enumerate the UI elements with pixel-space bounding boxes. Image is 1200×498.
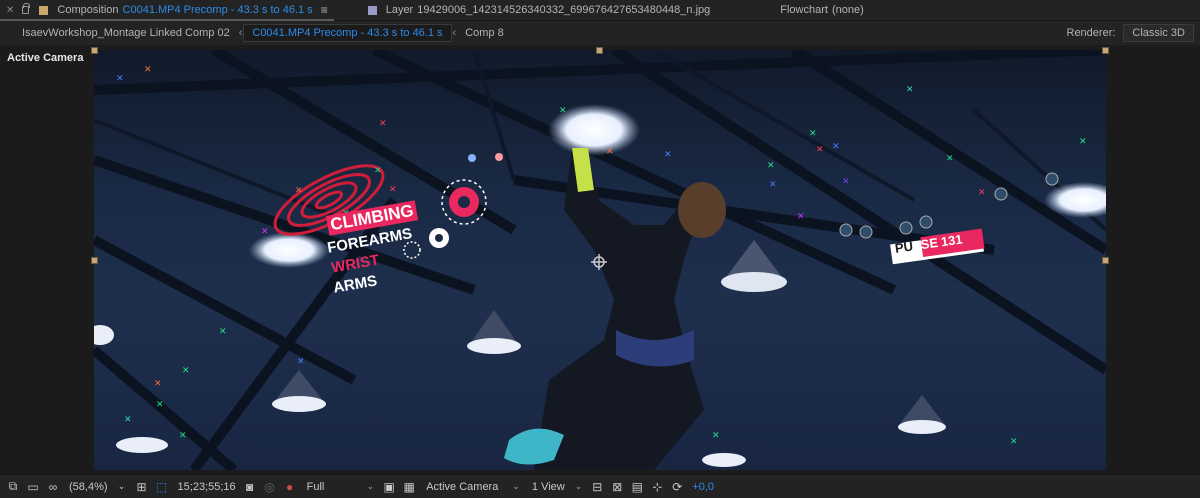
view-layout-value: 1 View (531, 480, 565, 493)
panel-tab-bar: ✕ Composition C0041.MP4 Precomp - 43.3 s… (0, 0, 1200, 21)
panel-menu-icon[interactable]: ≡ (321, 3, 328, 17)
svg-text:✕: ✕ (664, 150, 672, 160)
svg-text:✕: ✕ (906, 85, 914, 95)
active-view-label: Active Camera (7, 52, 84, 64)
frame-handle-top-center[interactable] (596, 47, 603, 54)
view-layout-dropdown[interactable]: 1 View ⌄ (526, 478, 588, 496)
current-timecode[interactable]: 15;23;55;16 (173, 481, 241, 493)
svg-text:✕: ✕ (389, 185, 397, 195)
scene-graphic: ✕ ✕ ✕ ✕ ✕ ✕ ✕ ✕ ✕ ✕ ✕ ✕ ✕ ✕ ✕ ✕ ✕ ✕ ✕ ✕ (94, 50, 1106, 470)
svg-text:✕: ✕ (767, 161, 775, 171)
always-preview-icon[interactable]: ⧉ (4, 479, 22, 495)
exposure-value[interactable]: +0,0 (688, 481, 714, 493)
breadcrumb-item-montage[interactable]: IsaevWorkshop_Montage Linked Comp 02 (0, 24, 238, 42)
timeline-icon[interactable]: ▤ (628, 479, 646, 495)
tab-layer-name: 19429006_142314526340332_699676427653480… (417, 4, 711, 16)
svg-text:✕: ✕ (809, 129, 817, 139)
svg-text:✕: ✕ (179, 431, 187, 441)
frame-handle-middle-right[interactable] (1102, 257, 1109, 264)
composition-frame[interactable]: ✕ ✕ ✕ ✕ ✕ ✕ ✕ ✕ ✕ ✕ ✕ ✕ ✕ ✕ ✕ ✕ ✕ ✕ ✕ ✕ (94, 50, 1106, 470)
svg-text:✕: ✕ (295, 186, 303, 196)
svg-text:✕: ✕ (261, 227, 269, 237)
tab-composition-name: C0041.MP4 Precomp - 43.3 s to 46.1 s (122, 4, 313, 16)
chevron-down-icon: ⌄ (512, 481, 520, 491)
svg-text:✕: ✕ (297, 357, 305, 367)
composition-viewer[interactable]: Active Camera ✕ ✕ ✕ ✕ ✕ ✕ ✕ ✕ ✕ ✕ ✕ ✕ ✕ … (0, 45, 1200, 474)
tab-flowchart[interactable]: Flowchart (none) (774, 0, 869, 21)
renderer-control: Renderer: Classic 3D (1066, 24, 1194, 42)
breadcrumb: IsaevWorkshop_Montage Linked Comp 02 ‹ C… (0, 21, 1200, 45)
svg-text:✕: ✕ (816, 145, 824, 155)
tab-flowchart-name: (none) (831, 4, 864, 16)
layer-color-swatch (367, 5, 377, 15)
show-snapshot-icon[interactable]: ◎ (261, 479, 279, 495)
svg-text:✕: ✕ (842, 177, 850, 187)
svg-text:✕: ✕ (769, 180, 777, 190)
svg-text:✕: ✕ (182, 366, 190, 376)
svg-text:✕: ✕ (712, 431, 720, 441)
camera-view-value: Active Camera (426, 480, 499, 493)
monitor-icon[interactable]: ▭ (24, 479, 42, 495)
vr-goggles-icon[interactable]: ∞ (44, 479, 62, 495)
reset-exposure-icon[interactable]: ⟳ (668, 479, 686, 495)
resolution-value: Full (306, 480, 325, 493)
svg-text:✕: ✕ (978, 188, 986, 198)
svg-text:✕: ✕ (946, 154, 954, 164)
svg-text:✕: ✕ (124, 415, 132, 425)
svg-text:✕: ✕ (559, 106, 567, 116)
tab-layer[interactable]: Layer 19429006_142314526340332_699676427… (362, 0, 717, 21)
zoom-level[interactable]: (58,4%) (64, 481, 113, 493)
tab-flowchart-prefix: Flowchart (780, 4, 828, 16)
renderer-label: Renderer: (1066, 27, 1116, 39)
pulse-sign-part3: 131 (939, 231, 964, 250)
color-channels-icon[interactable]: ● (281, 479, 299, 495)
pulse-sign-part1: PU (894, 238, 914, 256)
svg-text:✕: ✕ (379, 119, 387, 129)
frame-handle-top-left[interactable] (91, 47, 98, 54)
draft-3d-icon[interactable]: ⊠ (608, 479, 626, 495)
svg-text:✕: ✕ (606, 147, 614, 157)
chevron-down-icon: ⌄ (366, 481, 375, 491)
close-icon[interactable]: ✕ (6, 5, 14, 16)
toggle-pixel-aspect-icon[interactable]: ⊟ (588, 479, 606, 495)
view-camera-dropdown[interactable]: Active Camera ⌄ (420, 478, 526, 496)
svg-text:✕: ✕ (154, 379, 162, 389)
lock-icon[interactable] (22, 3, 31, 14)
tab-composition[interactable]: ✕ Composition C0041.MP4 Precomp - 43.3 s… (0, 0, 334, 21)
svg-text:✕: ✕ (144, 65, 152, 75)
fast-previews-icon[interactable]: ▣ (380, 479, 398, 495)
breadcrumb-item-precomp[interactable]: C0041.MP4 Precomp - 43.3 s to 46.1 s (243, 24, 452, 42)
renderer-button[interactable]: Classic 3D (1123, 24, 1194, 42)
fit-frame-icon[interactable]: ⊞ (133, 479, 151, 495)
viewer-toolbar: ⧉ ▭ ∞ (58,4%) ⌄ ⊞ ⬚ 15;23;55;16 ◙ ◎ ● Fu… (0, 474, 1200, 498)
tab-composition-prefix: Composition (57, 4, 119, 16)
svg-text:✕: ✕ (1079, 137, 1087, 147)
svg-text:✕: ✕ (156, 400, 164, 410)
svg-text:✕: ✕ (1010, 437, 1018, 447)
chevron-down-icon: ⌄ (574, 481, 583, 491)
svg-text:✕: ✕ (219, 327, 227, 337)
transparency-grid-icon[interactable]: ▦ (400, 479, 418, 495)
composition-color-swatch (39, 5, 49, 15)
resolution-dropdown[interactable]: Full ⌄ (301, 478, 381, 496)
frame-handle-middle-left[interactable] (91, 257, 98, 264)
flowchart-icon[interactable]: ⊹ (648, 479, 666, 495)
breadcrumb-item-comp8[interactable]: Comp 8 (457, 24, 512, 42)
chevron-down-icon[interactable]: ⌄ (113, 479, 131, 495)
svg-text:✕: ✕ (832, 142, 840, 152)
svg-text:✕: ✕ (374, 166, 382, 176)
camera-icon[interactable]: ◙ (241, 479, 259, 495)
tab-layer-prefix: Layer (385, 4, 414, 16)
svg-text:✕: ✕ (116, 74, 124, 84)
frame-handle-top-right[interactable] (1102, 47, 1109, 54)
svg-text:✕: ✕ (797, 212, 805, 222)
region-of-interest-icon[interactable]: ⬚ (153, 479, 171, 495)
